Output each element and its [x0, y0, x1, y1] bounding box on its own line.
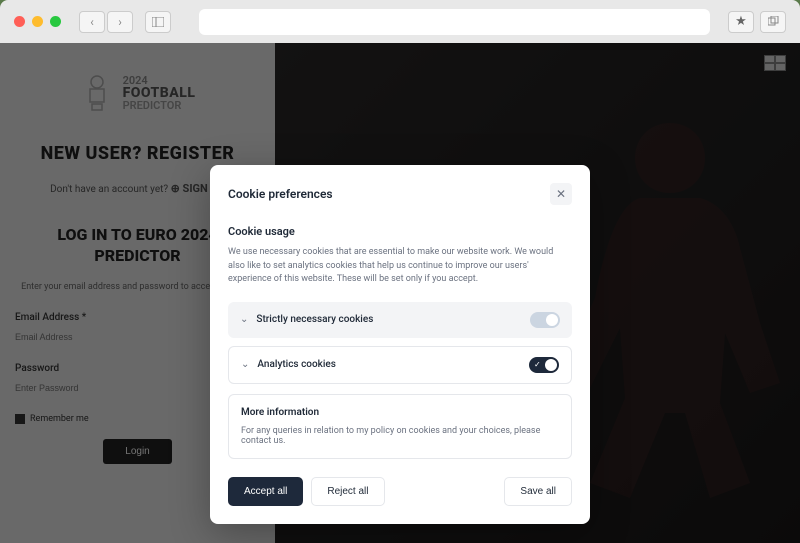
info-title: More information [241, 407, 559, 418]
analytics-toggle[interactable]: ✓ [529, 357, 559, 373]
forward-button[interactable]: › [107, 11, 133, 33]
modal-header: Cookie preferences ✕ [228, 183, 572, 205]
nav-buttons: ‹ › [79, 11, 133, 33]
bookmark-button[interactable]: ★ [728, 11, 754, 33]
url-bar[interactable] [199, 9, 710, 35]
usage-text: We use necessary cookies that are essent… [228, 246, 572, 287]
info-box: More information For any queries in rela… [228, 394, 572, 459]
necessary-toggle [530, 312, 560, 328]
check-icon: ✓ [534, 360, 541, 369]
analytics-cookies-row[interactable]: ⌄ Analytics cookies ✓ [228, 346, 572, 384]
window-controls [14, 16, 61, 27]
sidebar-toggle[interactable] [145, 11, 171, 33]
maximize-window-button[interactable] [50, 16, 61, 27]
modal-close-button[interactable]: ✕ [550, 183, 572, 205]
close-window-button[interactable] [14, 16, 25, 27]
copy-button[interactable] [760, 11, 786, 33]
accept-all-button[interactable]: Accept all [228, 477, 303, 506]
cookie-modal: Cookie preferences ✕ Cookie usage We use… [210, 165, 590, 524]
modal-title: Cookie preferences [228, 187, 333, 201]
necessary-cookies-row[interactable]: ⌄ Strictly necessary cookies [228, 302, 572, 338]
minimize-window-button[interactable] [32, 16, 43, 27]
necessary-label: Strictly necessary cookies [256, 314, 373, 325]
reject-all-button[interactable]: Reject all [311, 477, 384, 506]
analytics-label: Analytics cookies [257, 359, 336, 370]
back-button[interactable]: ‹ [79, 11, 105, 33]
close-icon: ✕ [556, 187, 566, 201]
toolbar-right: ★ [728, 11, 786, 33]
chevron-down-icon: ⌄ [240, 314, 248, 325]
modal-footer: Accept all Reject all Save all [228, 477, 572, 506]
chevron-down-icon: ⌄ [241, 359, 249, 370]
usage-title: Cookie usage [228, 225, 572, 238]
info-text: For any queries in relation to my policy… [241, 426, 559, 446]
save-all-button[interactable]: Save all [504, 477, 572, 506]
browser-chrome: ‹ › ★ [0, 0, 800, 43]
